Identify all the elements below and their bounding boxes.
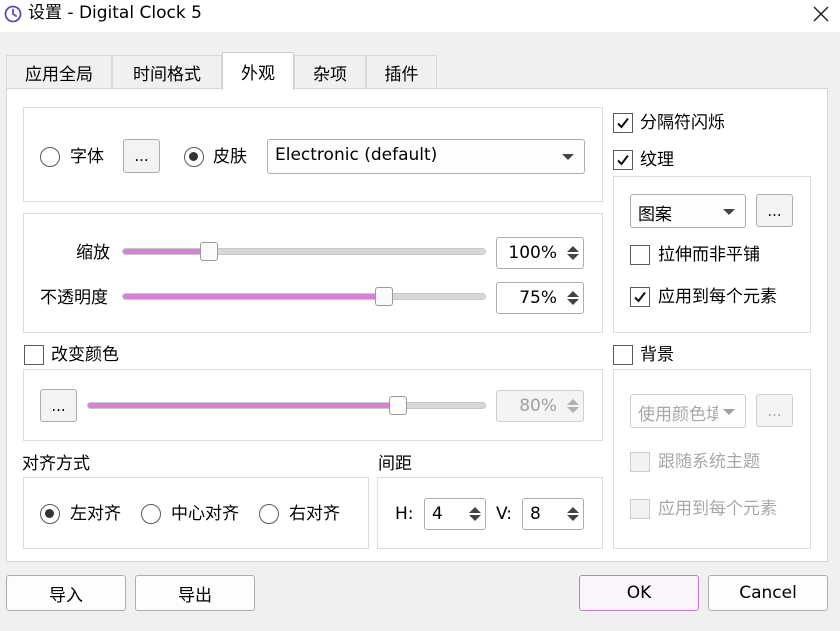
texture-checkbox[interactable] — [613, 150, 633, 170]
separator-blink-label: 分隔符闪烁 — [640, 113, 725, 133]
skin-select[interactable]: Electronic (default) — [267, 139, 585, 174]
skin-label: 皮肤 — [213, 147, 247, 167]
tab-misc[interactable]: 杂项 — [294, 55, 366, 88]
follow-theme-label: 跟随系统主题 — [658, 452, 760, 472]
apply-each-checkbox[interactable] — [630, 287, 650, 307]
scale-slider-track[interactable] — [122, 248, 486, 255]
font-label: 字体 — [70, 147, 104, 167]
spin-down-icon[interactable] — [469, 515, 481, 521]
chevron-down-icon — [723, 409, 735, 415]
opacity-slider-handle[interactable] — [375, 287, 394, 306]
spin-up-icon[interactable] — [567, 399, 579, 405]
spacing-v-spinbox[interactable]: 8 — [522, 498, 584, 530]
spacing-h-spinbox[interactable]: 4 — [424, 498, 486, 530]
window-title: 设置 - Digital Clock 5 — [28, 3, 202, 23]
bg-type-select[interactable]: 使用颜色填 — [630, 394, 746, 428]
import-button[interactable]: 导入 — [6, 575, 126, 611]
bg-apply-each-label: 应用到每个元素 — [658, 499, 777, 519]
alignment-label: 对齐方式 — [22, 454, 90, 474]
spacing-v-label: V: — [496, 504, 512, 524]
cancel-button[interactable]: Cancel — [708, 575, 828, 611]
align-left-label: 左对齐 — [70, 504, 121, 524]
title-bar: 设置 - Digital Clock 5 — [0, 0, 840, 32]
color-slider-handle[interactable] — [389, 396, 408, 415]
spin-down-icon[interactable] — [567, 515, 579, 521]
align-right-label: 右对齐 — [289, 504, 340, 524]
scale-value: 100% — [508, 243, 557, 263]
ok-button[interactable]: OK — [579, 575, 699, 611]
color-browse-button[interactable]: ... — [40, 389, 77, 422]
checkmark-icon — [617, 117, 629, 129]
scale-label: 缩放 — [76, 243, 110, 263]
texture-browse-button[interactable]: ... — [756, 194, 793, 227]
scale-slider-handle[interactable] — [200, 242, 219, 261]
font-radio[interactable] — [40, 147, 60, 167]
background-checkbox[interactable] — [613, 345, 633, 365]
spacing-h-label: H: — [395, 504, 414, 524]
bg-type-value: 使用颜色填 — [638, 405, 718, 425]
chevron-down-icon — [723, 209, 735, 215]
export-button[interactable]: 导出 — [135, 575, 255, 611]
change-color-checkbox[interactable] — [24, 345, 44, 365]
texture-type-value: 图案 — [638, 205, 672, 225]
spacing-label: 间距 — [378, 454, 412, 474]
align-right-radio[interactable] — [259, 504, 279, 524]
opacity-slider-fill — [123, 294, 384, 299]
apply-each-label: 应用到每个元素 — [658, 287, 777, 307]
spin-down-icon[interactable] — [567, 407, 579, 413]
chevron-down-icon — [562, 154, 574, 160]
tab-time-format[interactable]: 时间格式 — [112, 55, 222, 88]
scale-opacity-group — [23, 213, 603, 333]
stretch-label: 拉伸而非平铺 — [658, 245, 760, 265]
spin-up-icon[interactable] — [567, 291, 579, 297]
align-center-radio[interactable] — [141, 504, 161, 524]
clock-icon — [4, 5, 22, 23]
tab-plugins[interactable]: 插件 — [366, 55, 437, 88]
scale-spinbox[interactable]: 100% — [496, 237, 584, 269]
texture-type-select[interactable]: 图案 — [630, 194, 746, 228]
spacing-h-value: 4 — [432, 504, 443, 524]
align-left-radio[interactable] — [40, 504, 60, 524]
bg-apply-each-checkbox[interactable] — [630, 499, 650, 519]
close-button[interactable] — [806, 0, 836, 28]
bg-browse-button[interactable]: ... — [756, 394, 793, 427]
spin-up-icon[interactable] — [567, 507, 579, 513]
opacity-spinbox[interactable]: 75% — [496, 282, 584, 314]
skin-select-value: Electronic (default) — [275, 145, 438, 165]
color-slider-track[interactable] — [87, 402, 486, 409]
spin-down-icon[interactable] — [567, 299, 579, 305]
spin-down-icon[interactable] — [567, 254, 579, 260]
font-browse-button[interactable]: ... — [123, 139, 160, 173]
spin-up-icon[interactable] — [567, 246, 579, 252]
opacity-slider-track[interactable] — [122, 293, 486, 300]
tab-appearance[interactable]: 外观 — [222, 52, 294, 90]
stretch-checkbox[interactable] — [630, 245, 650, 265]
spin-up-icon[interactable] — [469, 507, 481, 513]
align-center-label: 中心对齐 — [171, 504, 239, 524]
color-spinbox[interactable]: 80% — [496, 390, 584, 422]
separator-blink-checkbox[interactable] — [613, 113, 633, 133]
skin-radio[interactable] — [184, 147, 204, 167]
scale-slider-fill — [123, 249, 210, 254]
checkmark-icon — [617, 154, 629, 166]
close-icon — [813, 6, 829, 22]
texture-label: 纹理 — [640, 150, 674, 170]
checkmark-icon — [634, 291, 646, 303]
spacing-v-value: 8 — [530, 504, 541, 524]
color-slider-fill — [88, 403, 398, 408]
tab-app-global[interactable]: 应用全局 — [6, 55, 112, 88]
opacity-label: 不透明度 — [40, 288, 108, 308]
opacity-value: 75% — [519, 288, 557, 308]
color-value: 80% — [519, 396, 557, 416]
change-color-label: 改变颜色 — [51, 345, 119, 365]
follow-theme-checkbox[interactable] — [630, 452, 650, 472]
background-label: 背景 — [640, 345, 674, 365]
